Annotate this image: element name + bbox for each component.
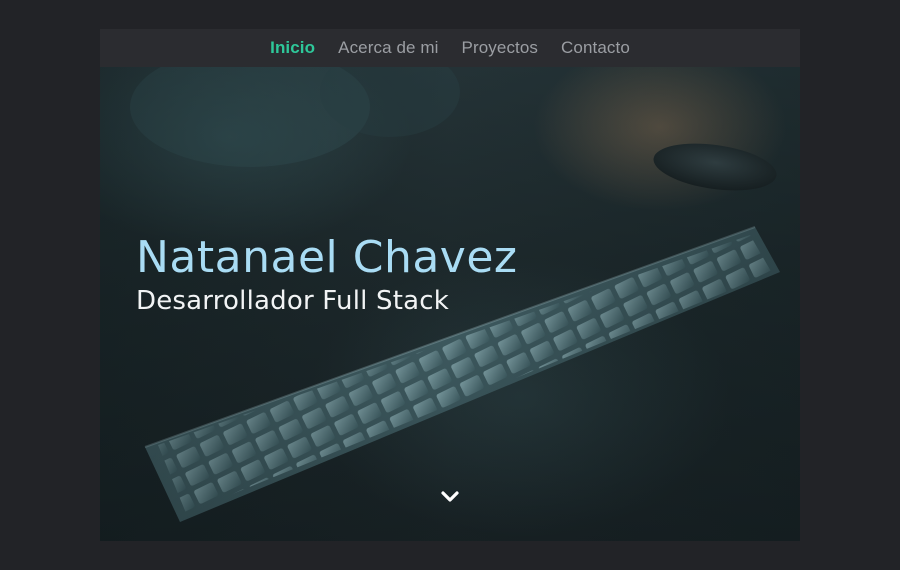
hero-text-block: Natanael Chavez Desarrollador Full Stack (136, 232, 518, 318)
nav-item-proyectos[interactable]: Proyectos (462, 38, 539, 58)
hero-section: Natanael Chavez Desarrollador Full Stack (100, 67, 800, 541)
nav-item-contacto[interactable]: Contacto (561, 38, 630, 58)
top-nav: Inicio Acerca de mi Proyectos Contacto (100, 29, 800, 67)
page-frame: Inicio Acerca de mi Proyectos Contacto N… (100, 29, 800, 541)
nav-item-acerca[interactable]: Acerca de mi (338, 38, 438, 58)
hero-role: Desarrollador Full Stack (136, 286, 450, 316)
hero-name: Natanael Chavez (136, 232, 518, 283)
chevron-down-icon[interactable] (440, 487, 460, 507)
nav-item-inicio[interactable]: Inicio (270, 38, 315, 58)
